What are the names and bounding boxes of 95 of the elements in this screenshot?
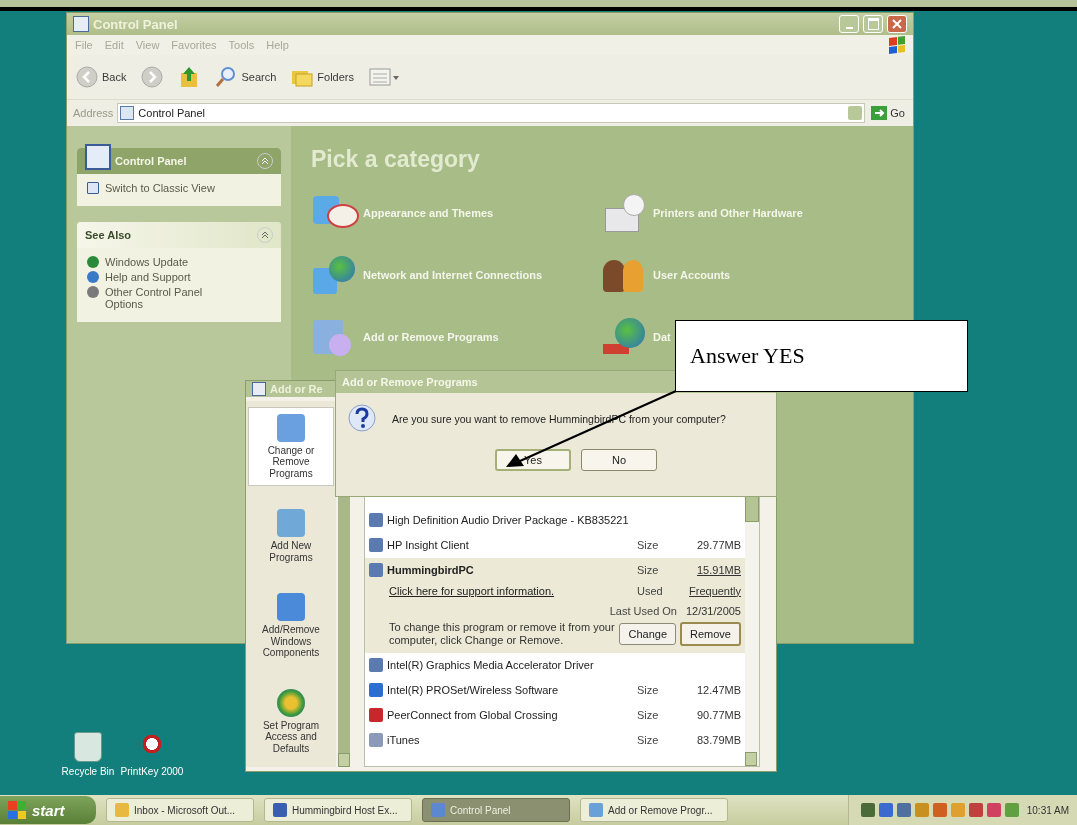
window-title: Control Panel: [93, 16, 178, 32]
desktop-icon-label[interactable]: PrintKey 2000: [120, 766, 184, 777]
scroll-down-button[interactable]: [745, 752, 757, 766]
start-button[interactable]: start: [0, 796, 96, 824]
program-icon: [369, 513, 383, 527]
recycle-bin-icon[interactable]: [74, 732, 102, 762]
program-icon: [277, 413, 305, 442]
size-value: 90.77MB: [695, 709, 741, 722]
window-icon: [87, 182, 99, 194]
size-label: Size: [637, 539, 660, 551]
program-icon: [277, 688, 305, 717]
program-row[interactable]: High Definition Audio Driver Package - KB835221: [365, 507, 745, 533]
program-row[interactable]: PeerConnect from Global Crossing Size 90.77MB: [365, 702, 745, 728]
program-row[interactable]: HP Insight Client Size 29.77MB: [365, 532, 745, 558]
program-action-button[interactable]: Remove: [680, 621, 741, 646]
scroll-down-button[interactable]: [338, 753, 350, 767]
program-name: HummingbirdPC: [387, 564, 474, 576]
program-name: HP Insight Client: [387, 539, 469, 551]
panel-link[interactable]: Switch to Classic View: [105, 182, 215, 194]
close-icon: [892, 19, 902, 29]
program-row[interactable]: Intel(R) Graphics Media Accelerator Driver: [365, 652, 745, 678]
program-row[interactable]: iTunes Size 83.79MB: [365, 727, 745, 753]
window-title: Add or Re: [270, 382, 323, 395]
size-value: 12.47MB: [695, 684, 741, 697]
program-name: High Definition Audio Driver Package - KB835221: [387, 514, 629, 526]
program-name: PeerConnect from Global Crossing: [387, 709, 558, 722]
last-used-label: Last Used On: [609, 604, 677, 617]
size-value: 29.77MB: [695, 539, 741, 551]
program-name: iTunes: [387, 734, 420, 747]
tray-icon[interactable]: [932, 803, 947, 817]
panel-link[interactable]: Other Control Panel Options: [105, 286, 215, 310]
used-value: Frequently: [688, 584, 741, 597]
tray-icon[interactable]: [860, 803, 875, 817]
size-label: Size: [637, 734, 660, 747]
back-button[interactable]: Back: [73, 63, 129, 91]
control-panel-icon: [85, 144, 111, 170]
size-value: 83.79MB: [695, 734, 741, 747]
tray-icon[interactable]: [896, 803, 911, 817]
program-icon: [369, 683, 383, 698]
used-label: Used: [637, 584, 664, 597]
size-label: Size: [637, 564, 660, 576]
size-label: Size: [637, 684, 660, 697]
taskbar-button[interactable]: Inbox - Microsoft Out...: [106, 798, 254, 822]
tray-icon[interactable]: [878, 803, 893, 817]
windows-logo-icon: [889, 35, 905, 55]
tray-icon[interactable]: [986, 803, 1001, 817]
search-button[interactable]: Search: [212, 63, 279, 91]
change-remove-hint: To change this program or remove it from your computer, click Change or Remove.: [389, 620, 616, 647]
program-name: Intel(R) Graphics Media Accelerator Driver: [387, 659, 594, 672]
panel-link[interactable]: Help and Support: [105, 271, 215, 283]
address-label: Address: [73, 107, 114, 119]
tray-icon[interactable]: [1004, 803, 1019, 817]
question-icon: [346, 403, 378, 435]
sidebar-button[interactable]: Set Program Access and Defaults: [248, 681, 334, 761]
minimize-button[interactable]: [839, 15, 859, 33]
program-icon: [369, 563, 383, 577]
clock: 10:31 AM: [1026, 804, 1069, 816]
program-icon: [277, 593, 305, 621]
tray-icon[interactable]: [968, 803, 983, 817]
program-name: Intel(R) PROSet/Wireless Software: [387, 684, 559, 697]
size-value: 15.91MB: [695, 564, 741, 576]
sidebar-button[interactable]: Add/Remove Windows Components: [248, 586, 334, 666]
globe-computer-icon: [311, 254, 357, 296]
sidebar-button[interactable]: Change or Remove Programs: [248, 406, 334, 486]
support-link[interactable]: Click here for support information.: [389, 584, 555, 597]
program-row[interactable]: Intel(R) PROSet/Wireless Software Size 12.47MB: [365, 677, 745, 703]
close-button[interactable]: [887, 15, 907, 33]
program-action-button[interactable]: Change: [619, 622, 677, 645]
program-icon: [369, 708, 383, 723]
dialog-button[interactable]: No: [581, 449, 657, 471]
address-field[interactable]: Control Panel: [117, 103, 866, 123]
go-arrow-icon: [871, 106, 888, 120]
program-icon: [369, 733, 383, 748]
maximize-button[interactable]: [863, 15, 883, 33]
panel-link[interactable]: Windows Update: [105, 256, 215, 268]
taskbar-button[interactable]: Add or Remove Progr...: [580, 798, 728, 822]
page-heading: Pick a category: [311, 146, 481, 173]
taskbar-button[interactable]: Hummingbird Host Ex...: [264, 798, 412, 822]
callout-text: Answer YES: [690, 343, 805, 369]
program-row-expanded[interactable]: HummingbirdPC Size 15.91MB Click here for support information. Used Frequently Last Used On 12/31/2005 To change this program or remove it from your computer, click Change or Remove. Change Remove: [365, 557, 745, 653]
panel-title: Control Panel: [115, 155, 187, 167]
views-icon: [368, 66, 400, 88]
sidebar-button[interactable]: Add New Programs: [248, 502, 334, 570]
control-panel-icon: [120, 106, 135, 120]
go-button[interactable]: Go: [869, 106, 907, 120]
tray-icon[interactable]: [914, 803, 929, 817]
program-icon: [277, 509, 305, 537]
size-label: Size: [637, 709, 660, 722]
program-icon: [369, 658, 383, 673]
window-icon: [73, 16, 89, 32]
desktop-icon-label[interactable]: Recycle Bin: [61, 766, 115, 777]
program-icon: [369, 538, 383, 552]
folders-button[interactable]: Folders: [288, 64, 356, 90]
last-used-value: 12/31/2005: [684, 604, 741, 617]
panel-title: See Also: [85, 229, 132, 241]
